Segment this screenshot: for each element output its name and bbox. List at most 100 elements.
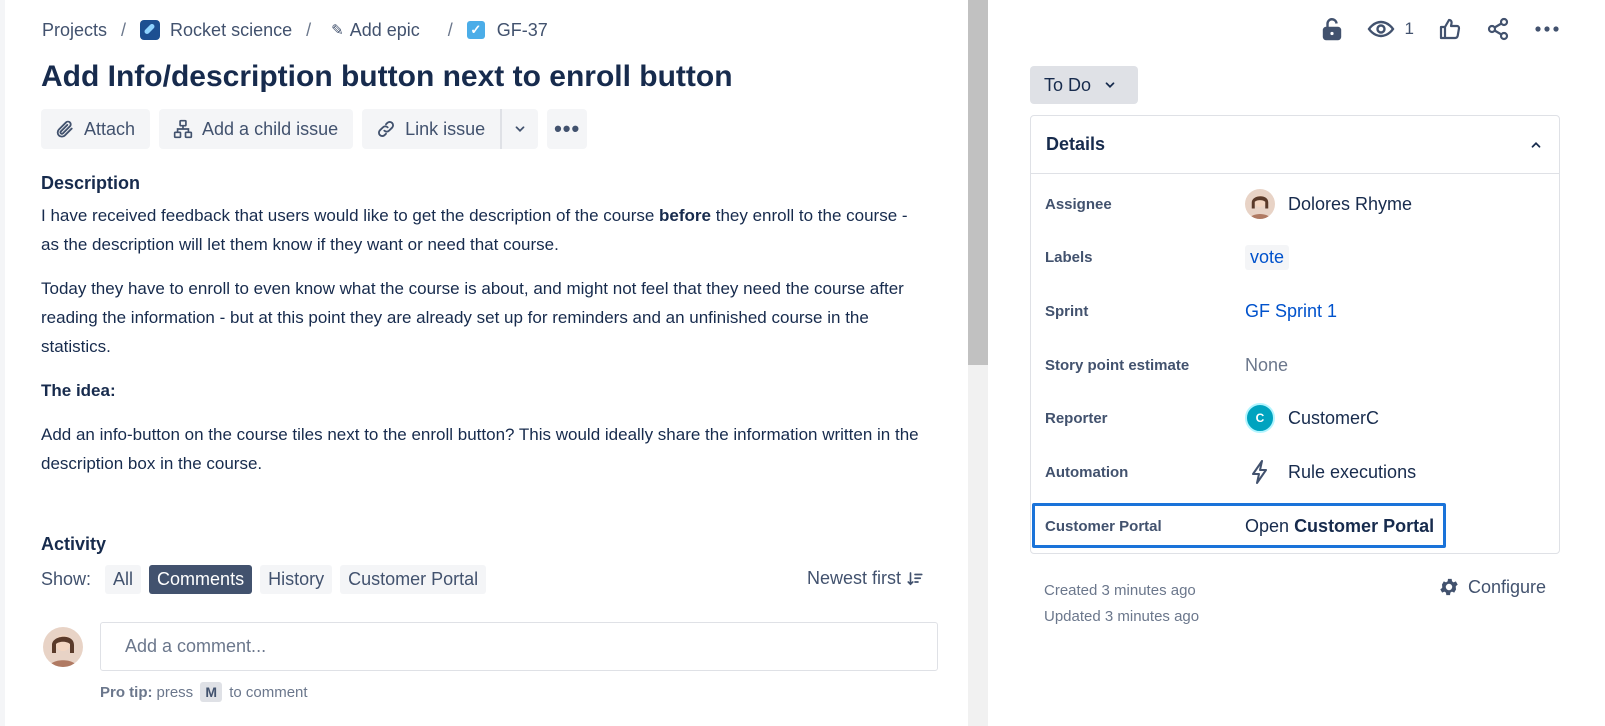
scrollbar-thumb[interactable] (968, 0, 988, 365)
main-scrollbar[interactable] (968, 0, 988, 726)
watch-button[interactable]: 1 (1367, 19, 1414, 39)
avatar: C (1245, 403, 1275, 433)
breadcrumb-project[interactable]: Rocket science (140, 20, 292, 41)
labels-value[interactable]: vote (1245, 244, 1290, 270)
breadcrumb-separator: / (121, 19, 127, 40)
unlock-icon (1322, 18, 1341, 41)
more-icon: ••• (554, 116, 581, 141)
breadcrumb-add-epic-label: Add epic (349, 19, 420, 40)
story-points-value[interactable]: None (1245, 355, 1288, 376)
comment-input[interactable]: Add a comment... (100, 622, 938, 671)
description-paragraph: Add an info-button on the course tiles n… (41, 425, 919, 473)
details-header[interactable]: Details (1031, 116, 1559, 174)
breadcrumb: Projects / Rocket science / ✎ Add epic /… (42, 17, 548, 43)
chevron-down-icon (1105, 82, 1115, 88)
details-panel: Details Assignee Dolores Rhyme Labels vo… (1030, 115, 1560, 554)
configure-button[interactable]: Configure (1438, 576, 1546, 598)
filter-history[interactable]: History (260, 564, 333, 594)
more-icon (1535, 26, 1559, 32)
issue-meta: Created 3 minutes ago Updated 3 minutes … (1044, 578, 1199, 630)
chevron-down-icon (515, 126, 525, 132)
paperclip-icon (54, 118, 76, 140)
field-label: Assignee (1045, 195, 1112, 213)
breadcrumb-add-epic[interactable]: ✎ Add epic (325, 20, 420, 41)
field-label: Reporter (1045, 409, 1108, 427)
link-issue-button[interactable]: Link issue (362, 109, 501, 149)
breadcrumb-separator: / (306, 19, 312, 40)
issue-title[interactable]: Add Info/description button next to enro… (41, 60, 733, 94)
sort-order-button[interactable]: Newest first (807, 568, 924, 589)
open-customer-portal-link[interactable]: Open Customer Portal (1245, 516, 1434, 537)
description-text: I have received feedback that users woul… (41, 206, 660, 225)
breadcrumb-issue-key[interactable]: ✓ GF-37 (466, 19, 548, 41)
reporter-name: CustomerC (1288, 407, 1380, 428)
link-icon (375, 118, 397, 140)
share-button[interactable] (1486, 17, 1510, 41)
task-checkbox-icon: ✓ (466, 21, 485, 39)
field-automation: Automation Rule executions (1031, 445, 1561, 499)
field-sprint: Sprint GF Sprint 1 (1031, 284, 1561, 338)
restrict-button[interactable] (1321, 17, 1343, 41)
field-story-points: Story point estimate None (1031, 338, 1561, 392)
status-dropdown[interactable]: To Do (1030, 66, 1138, 104)
issue-toolbar: Attach Add a child issue Link issue ••• (41, 109, 588, 149)
pro-tip-press: press (156, 683, 194, 701)
thumbs-up-icon (1439, 18, 1461, 40)
pencil-icon: ✎ (331, 22, 344, 39)
vote-button[interactable] (1438, 17, 1462, 41)
avatar (1245, 189, 1275, 219)
field-labels: Labels vote (1031, 230, 1561, 284)
reporter-value[interactable]: C CustomerC (1245, 403, 1379, 433)
assignee-name: Dolores Rhyme (1288, 193, 1413, 214)
idea-heading: The idea: (41, 381, 116, 400)
filter-customer-portal[interactable]: Customer Portal (340, 564, 487, 594)
breadcrumb-projects[interactable]: Projects (42, 20, 107, 41)
assignee-value[interactable]: Dolores Rhyme (1245, 189, 1412, 219)
breadcrumb-issue-key-label: GF-37 (496, 19, 548, 40)
details-heading: Details (1046, 134, 1106, 154)
status-label: To Do (1044, 74, 1092, 95)
link-issue-dropdown-button[interactable] (500, 109, 539, 149)
field-label: Sprint (1045, 302, 1089, 320)
add-child-issue-button[interactable]: Add a child issue (159, 109, 354, 149)
customer-portal-name: Customer Portal (1294, 515, 1435, 536)
description-bold-text: before (659, 206, 711, 225)
field-label: Story point estimate (1045, 356, 1190, 374)
rocket-icon (140, 20, 161, 40)
activity-filter-row: Show: All Comments History Customer Port… (41, 564, 494, 594)
eye-icon (1367, 20, 1394, 38)
description-paragraph: Today they have to enroll to even know w… (41, 279, 904, 356)
label-chip[interactable]: vote (1245, 244, 1290, 270)
more-options-button[interactable] (1534, 25, 1560, 33)
updated-timestamp: Updated 3 minutes ago (1044, 608, 1200, 625)
link-issue-split-button: Link issue (362, 109, 539, 149)
automation-value[interactable]: Rule executions (1245, 457, 1416, 487)
configure-label: Configure (1467, 576, 1546, 597)
customer-portal-open: Open (1245, 515, 1290, 536)
field-label: Customer Portal (1045, 517, 1162, 535)
description-paragraph: I have received feedback that users woul… (41, 201, 921, 259)
pro-tip-label: Pro tip: (100, 683, 153, 701)
description-heading: Description (41, 173, 141, 193)
description-body[interactable]: I have received feedback that users woul… (41, 201, 921, 493)
share-icon (1487, 17, 1509, 41)
more-actions-button[interactable]: ••• (547, 109, 588, 149)
left-edge (0, 0, 5, 726)
activity-heading: Activity (41, 534, 107, 554)
keyboard-shortcut-key: M (200, 682, 223, 702)
current-user-avatar (43, 627, 83, 667)
issue-top-actions: 1 (1297, 14, 1560, 44)
pro-tip: Pro tip: press M to comment (100, 682, 308, 702)
gear-icon (1440, 578, 1458, 596)
filter-comments[interactable]: Comments (149, 564, 253, 594)
comment-placeholder: Add a comment... (125, 636, 267, 656)
sprint-link[interactable]: GF Sprint 1 (1245, 301, 1337, 322)
filter-all[interactable]: All (105, 564, 142, 594)
show-label: Show: (41, 568, 92, 589)
sort-descending-icon (907, 571, 923, 585)
lightning-icon (1245, 457, 1275, 487)
attach-button[interactable]: Attach (41, 109, 151, 149)
hierarchy-icon (172, 118, 194, 140)
automation-label: Rule executions (1288, 461, 1417, 482)
link-issue-label: Link issue (405, 118, 486, 139)
